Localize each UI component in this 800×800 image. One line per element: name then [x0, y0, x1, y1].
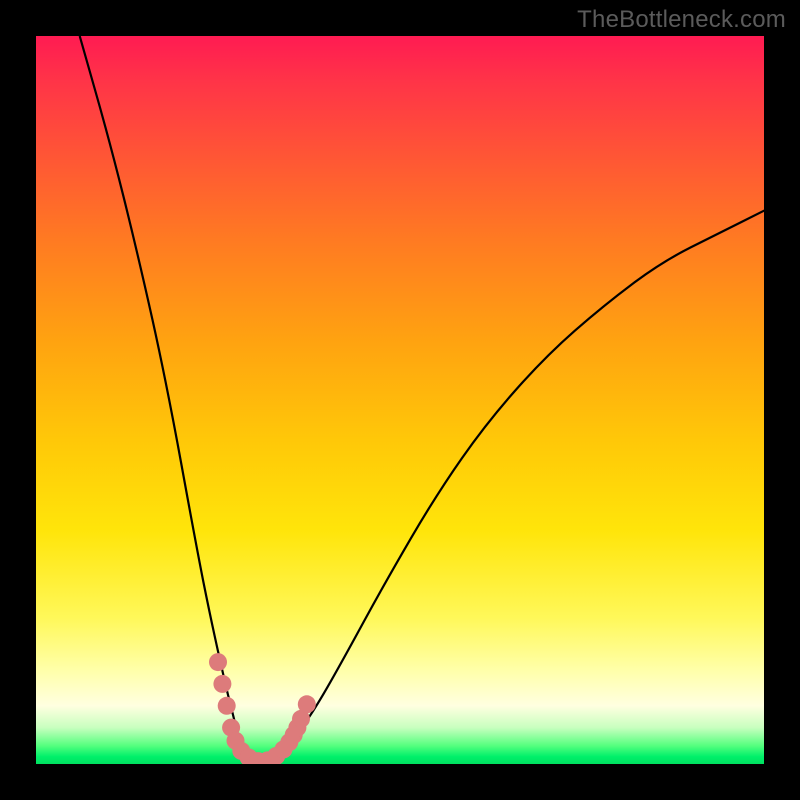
plot-area	[36, 36, 764, 764]
watermark-text: TheBottleneck.com	[577, 6, 786, 34]
curve-marker	[218, 697, 236, 715]
curve-marker	[213, 675, 231, 693]
marker-group	[209, 653, 316, 764]
curve-marker	[298, 695, 316, 713]
curve-marker	[209, 653, 227, 671]
curve-layer	[36, 36, 764, 764]
bottleneck-curve	[80, 36, 764, 764]
chart-frame: TheBottleneck.com	[0, 0, 800, 800]
